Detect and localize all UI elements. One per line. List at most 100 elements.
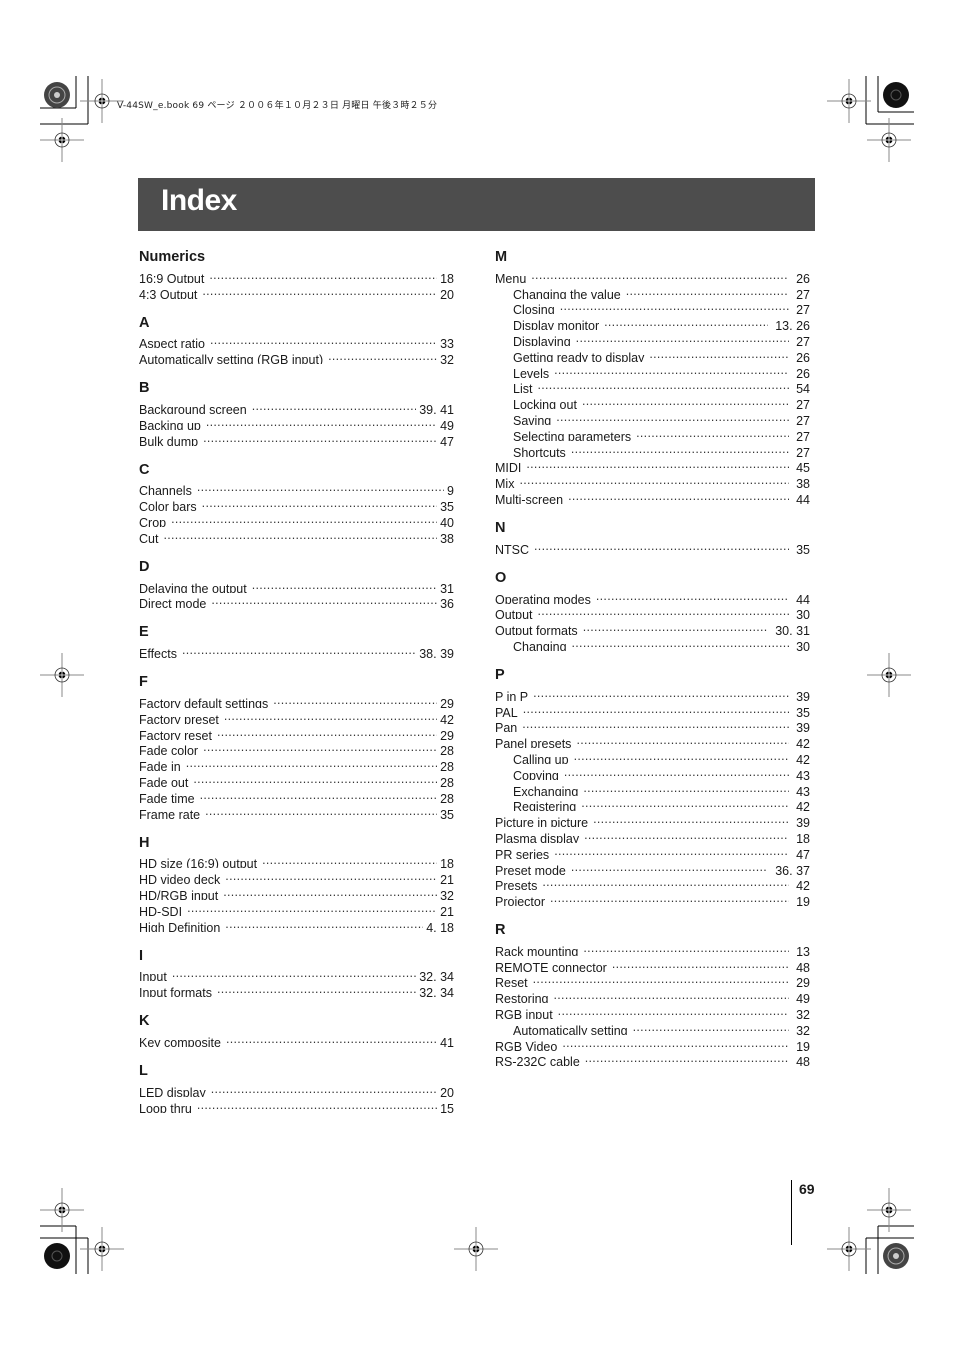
entry-page-numbers: 44	[796, 592, 810, 604]
index-section: L LED display 20 Loop thru 15	[139, 1062, 454, 1113]
index-entry: Direct mode 36	[139, 593, 454, 608]
dot-leader	[210, 333, 437, 349]
entry-page-numbers: 15	[440, 1101, 454, 1113]
index-column-left: Numerics 16:9 Output 18 4:3 Output 20 A Aspect…	[139, 248, 454, 1128]
entry-page-numbers: 47	[440, 434, 454, 446]
entry-page-numbers: 32	[796, 1023, 810, 1035]
entry-page-numbers: 35	[796, 705, 810, 717]
entry-page-numbers: 44	[796, 492, 810, 504]
entry-term: RGB Video	[495, 1039, 558, 1051]
index-section: OOperating modes44Output30Output formats…	[495, 569, 810, 651]
index-entry: LED display 20	[139, 1081, 454, 1097]
entry-page-numbers: 27	[796, 287, 810, 299]
section-letter-heading: R	[495, 922, 506, 939]
entry-term: Key composite	[139, 1035, 221, 1047]
index-entry: RS-232C cable 48	[495, 1051, 810, 1066]
dot-leader	[533, 685, 789, 701]
entry-term: Operating modes	[495, 592, 591, 604]
dot-leader	[576, 732, 789, 748]
dot-leader	[211, 1081, 437, 1097]
index-subentry: Changing 30	[495, 635, 810, 651]
dot-leader	[209, 267, 437, 283]
starburst-target-icon	[44, 82, 70, 108]
index-subentry: Display monitor 13, 26	[495, 314, 810, 330]
section-letter-heading: N	[495, 519, 506, 536]
index-entry: Picture in picture 39	[495, 811, 810, 827]
dot-leader	[523, 701, 789, 717]
index-entry: HD video deck 21	[139, 868, 454, 884]
entry-page-numbers: 49	[440, 418, 454, 430]
entry-term: REMOTE connector	[495, 960, 607, 972]
entry-page-numbers: 27	[796, 413, 810, 425]
entry-term: Panel presets	[495, 737, 572, 749]
dot-leader	[554, 987, 790, 1003]
entry-term: Displaying	[513, 334, 571, 346]
dot-leader	[223, 884, 437, 900]
entry-page-numbers: 21	[440, 873, 454, 885]
entry-term: Display monitor	[513, 319, 600, 331]
dot-leader	[226, 1031, 437, 1047]
index-entry: Restoring 49	[495, 987, 810, 1003]
index-subentry: Exchanging 43	[495, 780, 810, 795]
entry-term: HD-SDI	[139, 904, 183, 916]
entry-page-numbers: 31	[440, 581, 454, 593]
index-entry: Input 32, 34	[139, 966, 454, 982]
dot-leader	[584, 827, 789, 843]
entry-term: Menu	[495, 271, 527, 283]
entry-page-numbers: 18	[440, 271, 454, 283]
dot-leader	[328, 348, 437, 364]
entry-term: Aspect ratio	[139, 337, 206, 349]
entry-page-numbers: 35	[440, 807, 454, 819]
entry-page-numbers: 49	[796, 992, 810, 1004]
dot-leader	[562, 1035, 789, 1051]
index-entry: 16:9 Output 18	[139, 267, 454, 283]
entry-page-numbers: 32, 34	[419, 970, 454, 982]
index-entry: Fade color 28	[139, 740, 454, 755]
entry-page-numbers: 39	[796, 689, 810, 701]
dot-leader	[558, 1003, 789, 1019]
index-entry: High Definition 4, 18	[139, 916, 454, 931]
index-entry: Mix 38	[495, 472, 810, 488]
entry-page-numbers: 18	[440, 857, 454, 869]
index-entry: Factory preset 42	[139, 708, 454, 724]
index-section: Numerics 16:9 Output 18 4:3 Output 20	[139, 248, 454, 299]
index-subentry: Shortcuts 27	[495, 441, 810, 457]
dot-leader	[200, 787, 438, 803]
dot-leader	[581, 796, 789, 812]
index-section: K Key composite 41	[139, 1012, 454, 1047]
entry-page-numbers: 26	[796, 350, 810, 362]
registration-mark-icon	[80, 1227, 124, 1271]
section-letter-heading: A	[139, 314, 150, 331]
registration-mark-icon	[867, 653, 911, 697]
dot-leader	[197, 1097, 437, 1113]
entry-page-numbers: 54	[796, 382, 810, 394]
section-letter-heading: I	[139, 947, 144, 964]
entry-page-numbers: 42	[796, 879, 810, 891]
entry-term: Picture in picture	[495, 816, 589, 828]
entry-term: Selecting parameters	[513, 429, 632, 441]
dot-leader	[538, 604, 790, 620]
index-entry: Plasma display 18	[495, 827, 810, 843]
index-entry: Effects 38, 39	[139, 642, 454, 658]
entry-term: Automatically setting (RGB input)	[139, 353, 324, 365]
entry-term: Calling up	[513, 752, 569, 764]
index-entry: Output formats 30, 31	[495, 619, 810, 635]
entry-term: Multi-screen	[495, 492, 564, 504]
entry-page-numbers: 27	[796, 445, 810, 457]
index-section: E Effects 38, 39	[139, 623, 454, 658]
entry-page-numbers: 30	[796, 608, 810, 620]
entry-term: Projector	[495, 895, 546, 907]
dot-leader	[252, 398, 417, 414]
dot-leader	[182, 642, 416, 658]
dot-leader	[519, 472, 789, 488]
entry-page-numbers: 43	[796, 768, 810, 780]
solid-target-icon	[883, 82, 909, 108]
registration-mark-icon	[40, 653, 84, 697]
entry-term: Rack mounting	[495, 944, 579, 956]
section-letter-heading: P	[495, 666, 505, 683]
entry-term: Shortcuts	[513, 445, 566, 457]
index-entry: Fade time 28	[139, 787, 454, 803]
dot-leader	[534, 538, 789, 554]
entry-term: Changing the value	[513, 287, 621, 299]
dot-leader	[568, 488, 789, 504]
